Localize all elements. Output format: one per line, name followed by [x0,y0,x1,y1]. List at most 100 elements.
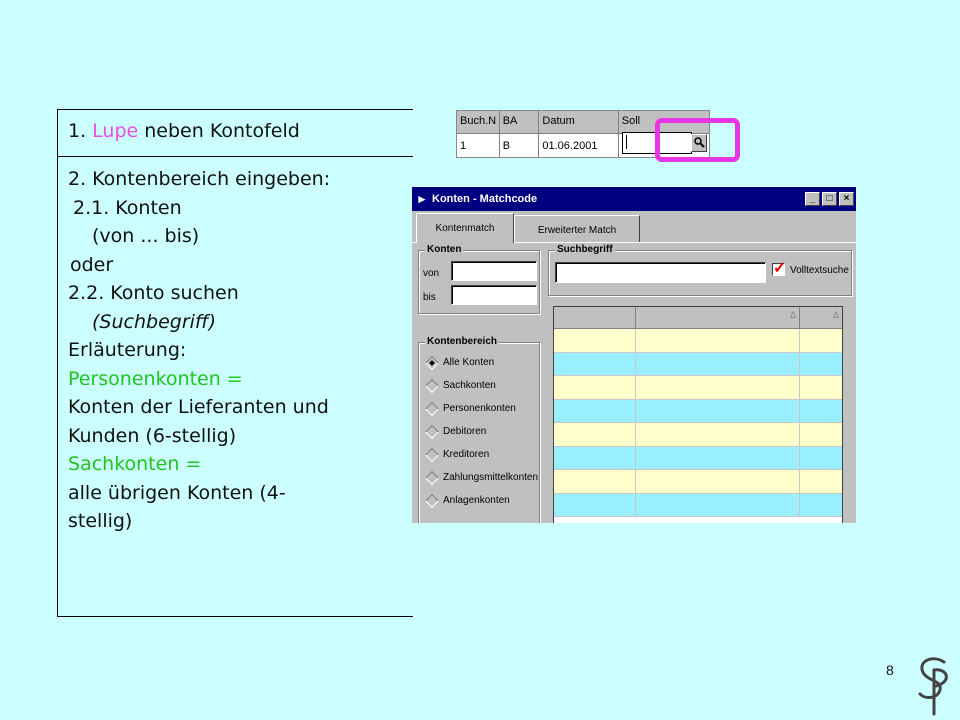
cell-buchnr: 1 [457,134,500,157]
step2-sub2: 2.2. Konto suchen [68,282,239,304]
radio-label: Kreditoren [443,449,490,460]
grid-cell [554,446,636,469]
grid-cell [554,352,636,375]
grid-cell [554,423,636,446]
dialog-titlebar[interactable]: ► Konten - Matchcode _ □ × [412,187,856,211]
step2-or: oder [70,253,114,276]
table-row[interactable] [554,399,842,423]
table-row[interactable] [554,446,842,470]
tab-erweiterter-match[interactable]: Erweiterter Match [514,215,640,243]
radio-indicator [424,355,440,371]
grid-cell [554,470,636,493]
text-caret [626,135,627,149]
step1-row: 1. Lupe neben Kontofeld [58,110,413,157]
step2-row: 2. Kontenbereich eingeben: 2.1. Konten (… [58,157,413,536]
grid-header-col3[interactable]: Δ [800,307,842,328]
def2-term: Sachkonten = [68,453,202,475]
grid-cell [800,423,842,446]
table-row[interactable] [554,329,842,353]
page-number: 8 [886,662,894,678]
def1-term: Personenkonten = [68,367,243,390]
table-row[interactable] [554,493,842,517]
col-datum: Datum [539,111,619,133]
radio-indicator [424,401,440,417]
step1-highlight: Lupe [92,120,139,142]
grid-cell [636,352,800,375]
grid-header-col1[interactable] [554,307,636,328]
group-kontenbereich: Kontenbereich Alle Konten Sachkonten Per… [418,336,540,523]
volltextsuche-checkbox[interactable] [772,258,786,278]
konten-result-grid[interactable]: Δ Δ [553,306,843,523]
app-icon: ► [416,192,428,206]
cell-ba: B [500,134,540,157]
grid-cell [554,329,636,352]
def2-text-b: stellig) [68,510,133,532]
grid-cell [800,447,842,470]
suchbegriff-input[interactable] [555,262,766,283]
maximize-button[interactable]: □ [822,192,837,206]
radio-indicator [424,447,440,463]
col-buchnr: Buch.N [457,111,500,133]
col-ba: BA [500,111,540,133]
radio-indicator [424,470,440,486]
radio-label: Zahlungsmittelkonten [443,472,539,483]
grid-cell [800,329,842,352]
def1-text-a: Konten der Lieferanten und [68,396,329,418]
radio-label: Debitoren [443,426,487,437]
grid-cell [636,329,800,352]
grid-cell [554,376,636,399]
konto-von-input[interactable] [451,261,537,281]
grid-cell [636,493,800,516]
grid-header-col2[interactable]: Δ [636,307,800,328]
radio-indicator [424,424,440,440]
group-konten: Konten von bis [418,244,540,314]
radio-label: Anlagenkonten [443,495,510,506]
step2-sub2-detail: (Suchbegriff) [92,310,217,333]
close-button[interactable]: × [839,192,854,206]
grid-cell [636,376,800,399]
konto-bis-input[interactable] [451,285,537,305]
group-such-label: Suchbegriff [555,244,615,255]
group-bereich-label: Kontenbereich [425,336,500,347]
grid-cell [800,376,842,399]
radio-label: Personenkonten [443,403,516,414]
table-row[interactable] [554,376,842,400]
grid-cell [636,446,800,469]
dialog-title: Konten - Matchcode [432,193,538,205]
tab-kontenmatch[interactable]: Kontenmatch [416,213,514,243]
def1-text-b: Kunden (6-stellig) [68,424,237,447]
radio-indicator [424,378,440,394]
lupe-highlight-frame [655,118,740,162]
cell-datum: 01.06.2001 [539,134,619,157]
grid-cell [636,470,800,493]
step2-sub1-detail: (von ... bis) [92,225,200,247]
radio-label: Sachkonten [443,380,496,391]
table-row[interactable] [554,352,842,376]
grid-cell [800,470,842,493]
def2-text-a: alle übrigen Konten (4- [68,481,286,504]
grid-cell [636,399,800,422]
grid-cell [636,423,800,446]
grid-cell [554,493,636,516]
table-row[interactable] [554,423,842,447]
grid-header: Δ Δ [554,307,842,329]
grid-cell [800,494,842,517]
von-label: von [423,268,440,279]
volltextsuche-label: Volltextsuche [790,265,849,276]
sp-logo-icon [918,657,948,716]
grid-cell [554,399,636,422]
grid-body [554,329,842,517]
bis-label: bis [423,292,436,303]
instruction-panel: 1. Lupe neben Kontofeld 2. Kontenbereich… [57,109,413,617]
minimize-button[interactable]: _ [805,192,820,206]
step2-sub1: 2.1. Konten [73,196,182,219]
table-row[interactable] [554,470,842,494]
grid-cell [800,400,842,423]
radio-label: Alle Konten [443,357,495,368]
konten-matchcode-dialog: ► Konten - Matchcode _ □ × Kontenmatch E… [412,187,856,523]
grid-cell [800,353,842,376]
radio-indicator [424,493,440,509]
dialog-tabs: Kontenmatch Erweiterter Match [412,213,856,243]
group-konten-label: Konten [425,244,464,255]
step1-rest: neben Kontofeld [138,120,300,142]
